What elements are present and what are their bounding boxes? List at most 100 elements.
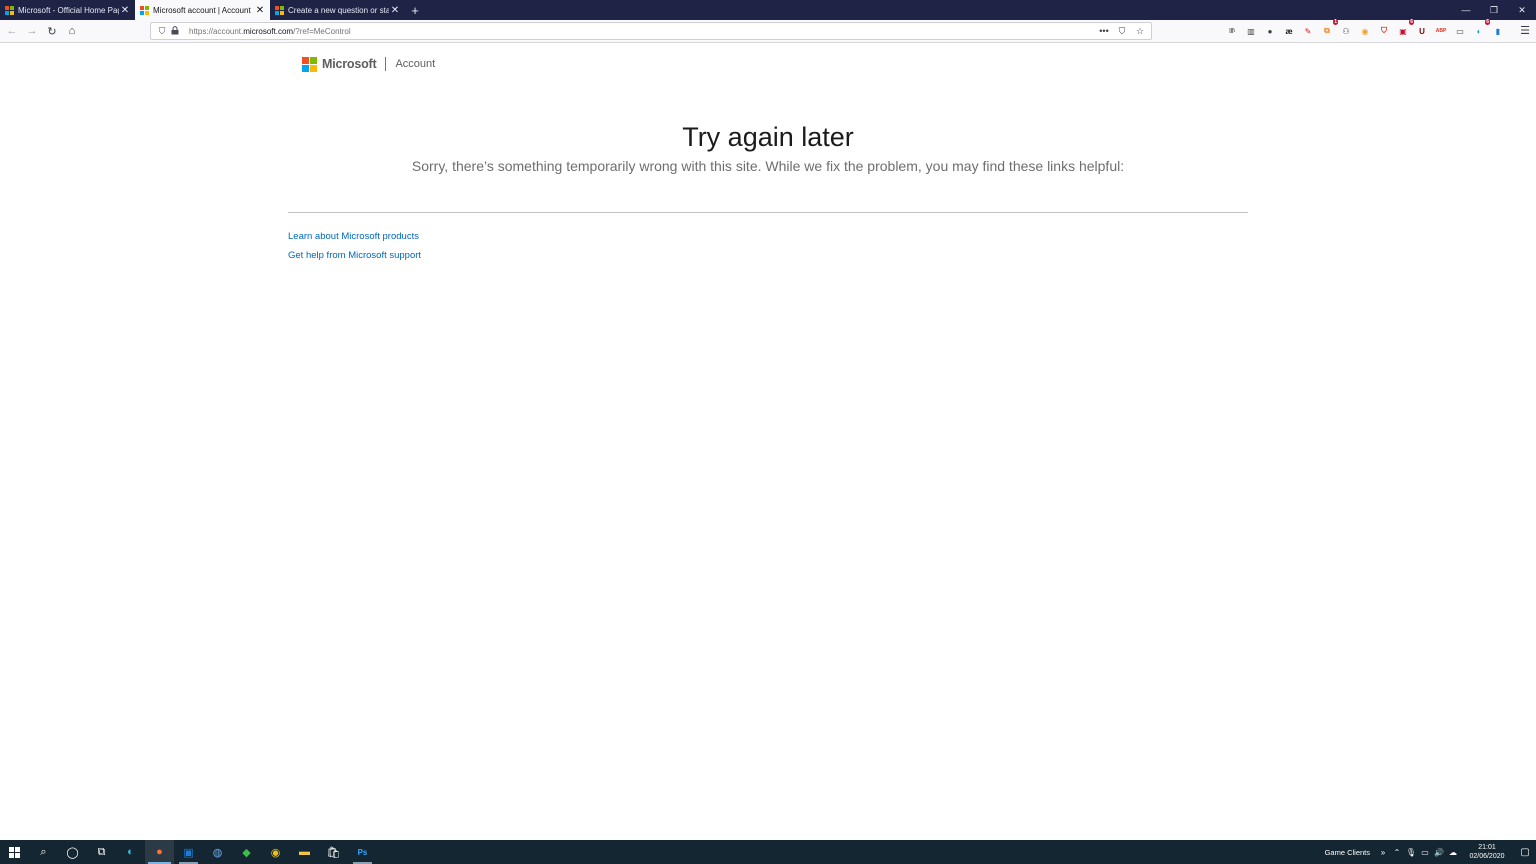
library-icon[interactable]: |||\ [1224, 23, 1240, 39]
new-tab-button[interactable]: + [405, 0, 425, 20]
page-actions-icon[interactable]: ••• [1097, 26, 1111, 37]
window-controls: — ❐ ✕ [1452, 0, 1536, 20]
tab-title: Microsoft account | Account [153, 5, 251, 15]
system-tray: Game Clients » ⌃ 🎙 ▭ 🔊 ☁ 21:01 02/06/202… [1325, 840, 1536, 864]
account-icon[interactable]: ● [1262, 23, 1278, 39]
red-extension-icon[interactable]: ▣ 6 [1395, 19, 1414, 39]
bookmark-star-icon[interactable]: ☆ [1133, 26, 1147, 37]
toolbar-expand-icon[interactable]: » [1376, 848, 1390, 857]
ublock-icon-glyph: U [1419, 26, 1425, 36]
url-domain: microsoft.com [243, 26, 294, 36]
red-extension-icon-glyph: ▣ [1399, 26, 1407, 36]
show-hidden-icons-icon[interactable]: ⌃ [1390, 848, 1404, 857]
minimize-button[interactable]: — [1452, 0, 1480, 20]
red-pen-extension-icon[interactable]: ✎ [1300, 23, 1316, 39]
trello-extension-icon-glyph: ▮ [1495, 26, 1501, 36]
url-actions: ••• ⛉ ☆ [1097, 26, 1147, 37]
ublock-icon[interactable]: U [1414, 23, 1430, 39]
url-suffix: /?ref=MeControl [293, 26, 351, 36]
microsoft-favicon-icon [140, 5, 149, 15]
sidebar-icon-glyph: ▥ [1247, 26, 1255, 36]
chrome-icon[interactable]: ◉ [261, 840, 290, 864]
tab-close-icon[interactable]: ✕ [119, 5, 131, 16]
extension-toolbar: |||\ ▥ ● æ ✎ ⧉ 1 ⚇ ◉ ⛉ ▣ 6 U ABP ▭ ◐ 6 ▮ [1224, 19, 1506, 39]
url-text[interactable]: https://account.microsoft.com/?ref=MeCon… [189, 27, 1097, 36]
tracking-shield-icon[interactable]: ⛉ [155, 26, 169, 37]
brave-shield-icon[interactable]: ⛉ [1376, 23, 1392, 39]
ae-extension-icon[interactable]: æ [1281, 23, 1297, 39]
onedrive-icon[interactable]: ☁ [1446, 848, 1460, 857]
navigation-toolbar: ← → ↻ ⌂ ⛉ https://account.microsoft.com/… [0, 19, 1536, 43]
tab-close-icon[interactable]: ✕ [389, 5, 401, 16]
toolbar-game-clients[interactable]: Game Clients [1325, 848, 1370, 857]
tab-title: Create a new question or start a [288, 5, 389, 15]
clock-time: 21:01 [1478, 844, 1496, 851]
file-explorer-icon[interactable]: ▬ [290, 840, 319, 864]
edge-icon[interactable]: ◐ [116, 840, 145, 864]
back-arrow-icon[interactable]: ← [2, 21, 22, 41]
firefox-icon[interactable]: ● [145, 840, 174, 864]
trello-extension-icon[interactable]: ▮ [1490, 23, 1506, 39]
square-extension-icon-glyph: ▭ [1456, 26, 1464, 36]
url-prefix: https://account. [189, 26, 244, 36]
store-icon[interactable]: 🛍 [319, 840, 348, 864]
account-section-label[interactable]: Account [395, 58, 435, 70]
microphone-icon[interactable]: 🎙 [1404, 848, 1418, 857]
hamburger-menu-icon[interactable]: ☰ [1520, 24, 1530, 37]
cortana-icon[interactable]: ◯ [58, 840, 87, 864]
tab-strip: Microsoft - Official Home Page ✕ Microso… [0, 0, 1536, 20]
honey-extension-icon[interactable]: ◉ [1357, 23, 1373, 39]
windows-start-icon[interactable] [0, 840, 29, 864]
photoshop-icon[interactable]: Ps [348, 840, 377, 864]
clock[interactable]: 21:01 02/06/2020 [1464, 843, 1510, 861]
square-extension-icon[interactable]: ▭ [1452, 23, 1468, 39]
tab-create-question[interactable]: Create a new question or start a ✕ [270, 0, 405, 20]
reload-icon[interactable]: ↻ [42, 21, 62, 41]
orange-extension-icon-glyph: ⧉ [1324, 26, 1330, 35]
error-title: Try again later [682, 122, 854, 152]
honey-extension-icon-glyph: ◉ [1361, 26, 1369, 36]
pocket-icon[interactable]: ⛉ [1115, 26, 1129, 37]
green-app-icon[interactable]: ◆ [232, 840, 261, 864]
library-icon-glyph: |||\ [1229, 28, 1235, 34]
error-subtitle: Sorry, there’s something temporarily wro… [411, 158, 1125, 174]
task-view-icon[interactable]: ⧉ [87, 840, 116, 864]
group-extension-icon[interactable]: ⚇ [1338, 23, 1354, 39]
clock-date: 02/06/2020 [1469, 853, 1505, 860]
teal-extension-icon[interactable]: ◐ 6 [1471, 19, 1490, 39]
outlook-icon[interactable]: ▣ [174, 840, 203, 864]
volume-icon[interactable]: 🔊 [1432, 848, 1446, 857]
header-divider [385, 57, 387, 71]
search-icon[interactable]: ⌕ [29, 840, 58, 864]
teal-extension-icon-glyph: ◐ [1476, 26, 1482, 36]
tab-title: Microsoft - Official Home Page [18, 5, 119, 15]
brave-shield-icon-glyph: ⛉ [1381, 26, 1387, 35]
red-pen-extension-icon-glyph: ✎ [1304, 26, 1312, 36]
microsoft-favicon-icon [5, 5, 14, 15]
microsoft-wordmark[interactable]: Microsoft [322, 57, 377, 71]
abp-icon-glyph: ABP [1435, 28, 1447, 34]
home-icon[interactable]: ⌂ [62, 21, 82, 41]
abp-icon[interactable]: ABP [1433, 23, 1449, 39]
tab-close-icon[interactable]: ✕ [254, 5, 266, 16]
microsoft-favicon-icon [275, 5, 284, 15]
microsoft-logo-icon[interactable] [302, 56, 317, 72]
network-icon[interactable]: ▭ [1418, 848, 1432, 857]
close-window-button[interactable]: ✕ [1508, 0, 1536, 20]
ae-extension-icon-glyph: æ [1285, 26, 1293, 36]
sidebar-icon[interactable]: ▥ [1243, 23, 1259, 39]
lock-icon[interactable] [171, 22, 183, 40]
microsoft-account-header: Microsoft Account [302, 54, 435, 74]
action-center-icon[interactable]: ▢ [1514, 847, 1536, 858]
windows-taskbar: ⌕ ◯ ⧉ ◐ ● ▣ ◍ ◆ ◉ ▬ 🛍 Ps Game Clients » … [0, 840, 1536, 864]
forward-arrow-icon[interactable]: → [22, 21, 42, 41]
support-link[interactable]: Get help from Microsoft support [288, 250, 421, 261]
address-bar[interactable]: ⛉ https://account.microsoft.com/?ref=MeC… [150, 22, 1152, 40]
tab-microsoft-home[interactable]: Microsoft - Official Home Page ✕ [0, 0, 135, 20]
app-gb-icon[interactable]: ◍ [203, 840, 232, 864]
orange-extension-icon[interactable]: ⧉ 1 [1319, 19, 1338, 39]
restore-button[interactable]: ❐ [1480, 0, 1508, 20]
divider-line [288, 212, 1248, 213]
learn-products-link[interactable]: Learn about Microsoft products [288, 231, 419, 242]
tab-microsoft-account[interactable]: Microsoft account | Account ✕ [135, 0, 270, 20]
